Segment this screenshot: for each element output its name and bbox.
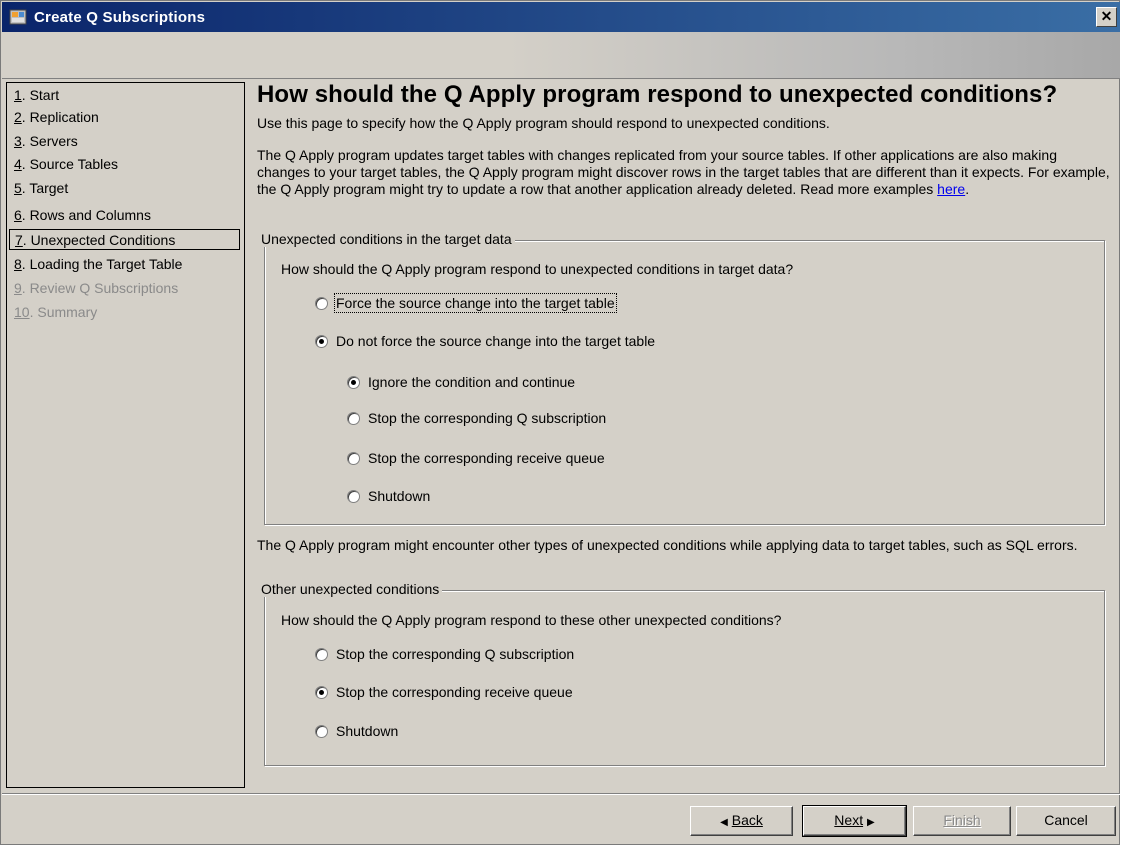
- header-divider: [2, 78, 1120, 79]
- ignore-condition-radio[interactable]: Ignore the condition and continue: [347, 372, 575, 392]
- step-label: . Rows and Columns: [21, 207, 151, 223]
- step-number: 3: [14, 133, 22, 149]
- radio-button[interactable]: [315, 334, 328, 348]
- do-not-force-label: Do not force the source change into the …: [336, 333, 656, 349]
- step-label: . Source Tables: [21, 156, 119, 172]
- back-label: Back: [731, 812, 763, 828]
- finish-button: Finish: [913, 806, 1011, 836]
- other-conditions-paragraph: The Q Apply program might encounter othe…: [257, 537, 1078, 553]
- ignore-condition-label: Ignore the condition and continue: [368, 374, 576, 390]
- app-icon: [9, 9, 27, 25]
- sidebar-item-replication[interactable]: 2. Replication: [9, 107, 240, 128]
- next-arrow-icon: ▶: [866, 817, 875, 828]
- target-data-question: How should the Q Apply program respond t…: [281, 261, 794, 277]
- radio-button[interactable]: [347, 489, 360, 503]
- other-conditions-question: How should the Q Apply program respond t…: [281, 612, 782, 628]
- description-end: .: [965, 181, 970, 197]
- sidebar-item-rows-and-columns[interactable]: 6. Rows and Columns: [9, 205, 240, 226]
- step-number: 2: [14, 109, 22, 125]
- sidebar-item-target[interactable]: 5. Target: [9, 178, 240, 199]
- do-not-force-radio[interactable]: Do not force the source change into the …: [315, 331, 655, 351]
- description-paragraph: The Q Apply program updates target table…: [257, 147, 1111, 198]
- title-bar[interactable]: Create Q Subscriptions ✕: [2, 2, 1120, 32]
- radio-button[interactable]: [315, 724, 328, 738]
- force-change-label: Force the source change into the target …: [334, 293, 617, 313]
- step-label: . Review Q Subscriptions: [21, 280, 179, 296]
- step-label: . Start: [21, 87, 60, 103]
- other-stop-receive-queue-label: Stop the corresponding receive queue: [336, 684, 573, 700]
- cancel-button[interactable]: Cancel: [1016, 806, 1116, 836]
- step-number: 10: [14, 304, 30, 320]
- sidebar-divider: [244, 82, 245, 788]
- step-label: . Loading the Target Table: [21, 256, 183, 272]
- step-label: . Summary: [29, 304, 98, 320]
- radio-button[interactable]: [347, 375, 360, 389]
- step-label: . Replication: [21, 109, 99, 125]
- radio-button[interactable]: [315, 685, 328, 699]
- description-text: The Q Apply program updates target table…: [257, 147, 1110, 197]
- stop-receive-queue-radio[interactable]: Stop the corresponding receive queue: [347, 448, 605, 468]
- step-number: 7: [15, 232, 23, 248]
- sidebar-item-summary: 10. Summary: [9, 302, 240, 323]
- other-stop-q-subscription-radio[interactable]: Stop the corresponding Q subscription: [315, 644, 574, 664]
- step-number: 5: [14, 180, 22, 196]
- other-shutdown-label: Shutdown: [336, 723, 399, 739]
- step-number: 4: [14, 156, 22, 172]
- target-data-legend: Unexpected conditions in the target data: [259, 231, 515, 247]
- page-intro: Use this page to specify how the Q Apply…: [257, 115, 830, 131]
- shutdown-label: Shutdown: [368, 488, 431, 504]
- sidebar-item-servers[interactable]: 3. Servers: [9, 131, 240, 152]
- more-examples-link[interactable]: here: [937, 181, 965, 197]
- sidebar-item-loading-target-table[interactable]: 8. Loading the Target Table: [9, 254, 240, 275]
- next-button[interactable]: Next ▶: [802, 805, 907, 837]
- sidebar-item-unexpected-conditions[interactable]: 7. Unexpected Conditions: [9, 229, 240, 250]
- sidebar-item-start[interactable]: 1. Start: [9, 85, 240, 106]
- footer-divider-highlight: [2, 794, 1120, 795]
- step-number: 8: [14, 256, 22, 272]
- close-icon[interactable]: ✕: [1096, 7, 1117, 27]
- radio-button[interactable]: [347, 411, 360, 425]
- step-label: . Unexpected Conditions: [22, 232, 176, 248]
- radio-button[interactable]: [315, 647, 328, 661]
- force-change-radio[interactable]: Force the source change into the target …: [315, 293, 617, 313]
- other-shutdown-radio[interactable]: Shutdown: [315, 721, 398, 741]
- step-number: 9: [14, 280, 22, 296]
- shutdown-radio[interactable]: Shutdown: [347, 486, 430, 506]
- back-arrow-icon: ◀: [720, 817, 728, 828]
- radio-button[interactable]: [315, 296, 328, 310]
- step-number: 6: [14, 207, 22, 223]
- wizard-window: Create Q Subscriptions ✕ 1. Start 2. Rep…: [0, 0, 1120, 845]
- stop-q-subscription-radio[interactable]: Stop the corresponding Q subscription: [347, 408, 606, 428]
- other-stop-receive-queue-radio[interactable]: Stop the corresponding receive queue: [315, 682, 573, 702]
- step-label: . Servers: [21, 133, 78, 149]
- cancel-label: Cancel: [1044, 812, 1088, 828]
- sidebar-item-review-q-subscriptions: 9. Review Q Subscriptions: [9, 278, 240, 299]
- step-label: . Target: [21, 180, 69, 196]
- next-label: Next: [834, 812, 864, 828]
- stop-receive-queue-label: Stop the corresponding receive queue: [368, 450, 605, 466]
- step-number: 1: [14, 87, 22, 103]
- header-banner: [2, 32, 1120, 78]
- other-stop-q-subscription-label: Stop the corresponding Q subscription: [336, 646, 575, 662]
- window-title: Create Q Subscriptions: [34, 8, 206, 26]
- back-button[interactable]: ◀ Back: [690, 806, 793, 836]
- sidebar-item-source-tables[interactable]: 4. Source Tables: [9, 154, 240, 175]
- page-title: How should the Q Apply program respond t…: [257, 81, 1058, 108]
- stop-q-subscription-label: Stop the corresponding Q subscription: [368, 410, 607, 426]
- radio-button[interactable]: [347, 451, 360, 465]
- finish-label: Finish: [943, 812, 981, 828]
- other-conditions-legend: Other unexpected conditions: [259, 581, 443, 597]
